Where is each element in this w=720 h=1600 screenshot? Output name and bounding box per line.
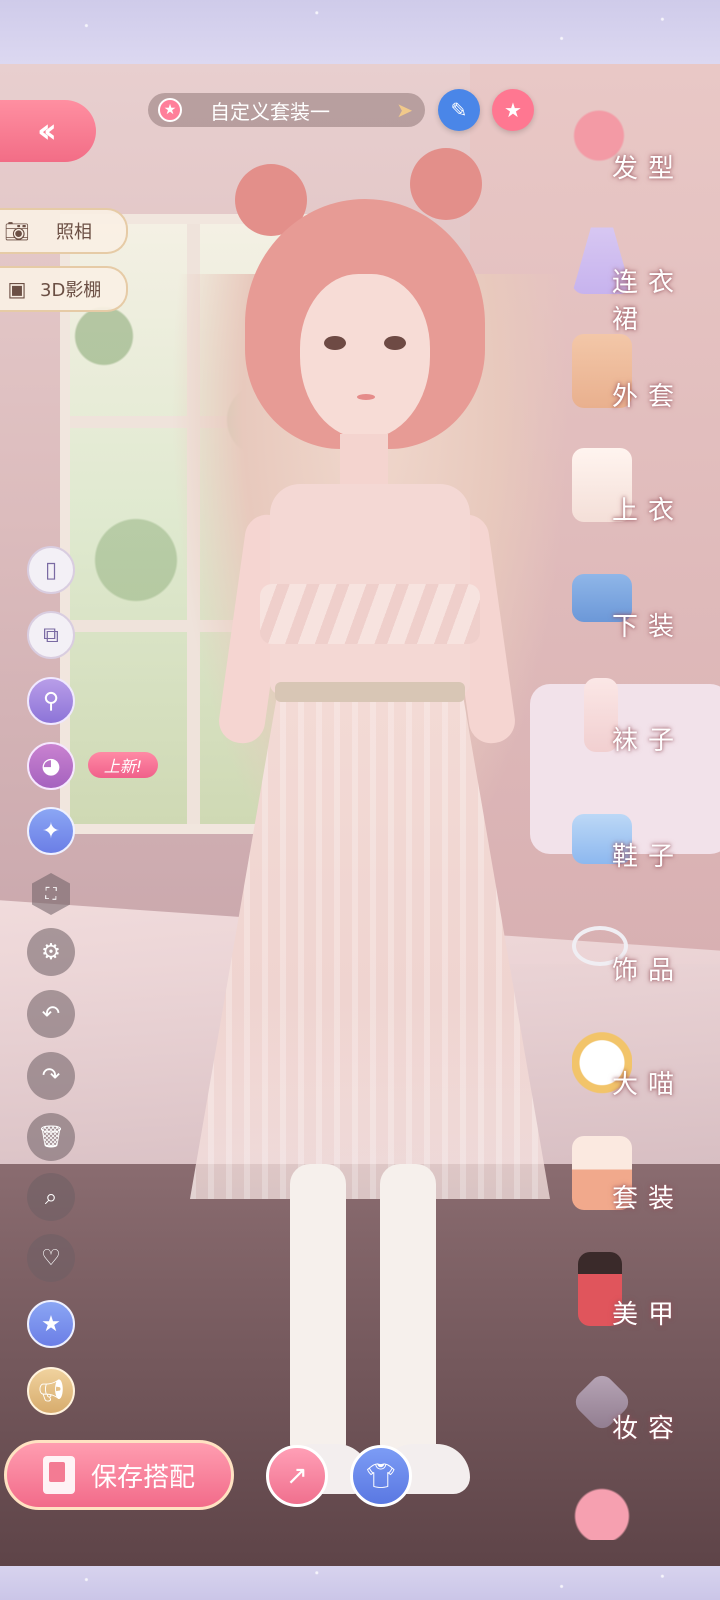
settings-button[interactable]: ⚙ [27, 928, 75, 976]
top-ruffle [260, 584, 480, 644]
category-socks[interactable]: 袜子 [566, 678, 686, 778]
phone-icon: ▯ [44, 557, 58, 583]
category-label: 鞋子 [612, 842, 685, 872]
delete-button[interactable]: 🗑︎ [27, 1113, 75, 1161]
search-button[interactable]: ⌕ [27, 1173, 75, 1221]
outfit-name: 自定义套装一 [210, 99, 330, 124]
like-button[interactable]: ♡ [27, 1234, 75, 1282]
category-nails[interactable]: 美甲 [566, 1252, 686, 1352]
undo-button[interactable]: ↶ [27, 990, 75, 1038]
trash-icon: 🗑︎ [37, 1124, 65, 1150]
arrow-right-icon: ➤ [396, 98, 413, 122]
character-avatar-icon [572, 1480, 632, 1540]
sparkle-star-icon: ✦ [41, 818, 61, 844]
pencil-icon: ✎ [450, 98, 468, 122]
redo-icon: ↷ [41, 1063, 61, 1089]
add-layer-icon: ⧉ [43, 622, 59, 648]
save-outfit-icon [42, 1456, 75, 1494]
search-swap-icon: ⚲ [42, 688, 60, 714]
category-label: 外套 [612, 382, 685, 412]
category-hair[interactable]: 发型 [566, 106, 686, 206]
photo-label: 照相 [56, 222, 92, 243]
share-icon: ↗ [286, 1461, 308, 1491]
phone-button[interactable]: ▯ [27, 546, 75, 594]
star-icon: ★ [504, 98, 522, 122]
category-label: 美甲 [612, 1300, 685, 1330]
category-cat[interactable]: 大喵 [566, 1022, 686, 1122]
outfit-selector[interactable]: ★ 自定义套装一 ➤ [148, 93, 425, 127]
sparkle-button[interactable]: ✦ [27, 807, 75, 855]
category-label: 妆容 [612, 1414, 685, 1444]
save-outfit-button[interactable]: 保存搭配 [4, 1440, 234, 1510]
category-accessories[interactable]: 饰品 [566, 908, 686, 1008]
add-layer-button[interactable]: ⧉ [27, 611, 75, 659]
category-dress[interactable]: 连衣裙 [566, 220, 686, 335]
edit-button[interactable]: ✎ [438, 89, 480, 131]
double-chevron-left-icon: ‹‹ [36, 111, 57, 151]
undo-icon: ↶ [41, 1001, 61, 1027]
outfit-button[interactable]: 👕︎ [350, 1445, 412, 1507]
category-outfit-set[interactable]: 套装 [566, 1136, 686, 1236]
bottom-frame [0, 1566, 720, 1600]
category-label: 大喵 [612, 1070, 685, 1100]
category-top[interactable]: 上衣 [566, 448, 686, 548]
star-collection-button[interactable]: ★ [27, 1300, 75, 1348]
megaphone-icon: 📢︎ [37, 1378, 65, 1404]
back-button[interactable]: ‹‹ [0, 100, 96, 162]
category-label: 袜子 [612, 726, 685, 756]
fullscreen-icon: ⛶ [45, 884, 57, 903]
favorite-button[interactable]: ★ [492, 89, 534, 131]
camera-icon: 📷︎ [4, 219, 30, 243]
new-badge: 上新! [88, 752, 158, 778]
category-shoes[interactable]: 鞋子 [566, 794, 686, 894]
search-icon: ⌕ [44, 1184, 58, 1210]
belt [275, 682, 465, 702]
share-button[interactable]: ↗ [266, 1445, 328, 1507]
palette-button[interactable]: ◕ [27, 742, 75, 790]
sock-left [290, 1164, 346, 1464]
category-makeup[interactable]: 妆容 [566, 1366, 686, 1466]
hair-bun-right [410, 148, 482, 220]
eye-left [324, 336, 346, 350]
eye-right [384, 336, 406, 350]
photo-button[interactable]: 📷︎ 照相 [0, 208, 128, 254]
save-label: 保存搭配 [90, 1462, 195, 1493]
category-label: 发型 [612, 154, 685, 184]
palette-icon: ◕ [41, 753, 61, 779]
star-icon: ★ [41, 1311, 61, 1337]
redo-button[interactable]: ↷ [27, 1052, 75, 1100]
category-label: 套装 [612, 1184, 685, 1214]
category-coat[interactable]: 外套 [566, 334, 686, 434]
face [300, 274, 430, 439]
settings-icon: ⚙ [41, 939, 61, 965]
category-label: 下装 [612, 612, 685, 642]
category-label: 连衣裙 [612, 268, 685, 335]
heart-icon: ♡ [41, 1245, 61, 1271]
studio-label: 3D影棚 [40, 280, 102, 301]
search-swap-button[interactable]: ⚲ [27, 677, 75, 725]
top-frame [0, 0, 720, 64]
character-model[interactable] [150, 148, 590, 1524]
category-partial[interactable] [566, 1480, 686, 1540]
category-label: 饰品 [612, 956, 685, 986]
sock-right [380, 1164, 436, 1464]
category-bottoms[interactable]: 下装 [566, 564, 686, 664]
star-icon: ★ [158, 98, 182, 122]
outfit-icon: 👕︎ [365, 1462, 397, 1490]
mouth [357, 394, 375, 400]
studio-3d-button[interactable]: ▣ 3D影棚 [0, 266, 128, 312]
announcement-button[interactable]: 📢︎ [27, 1367, 75, 1415]
cube-icon: ▣ [7, 277, 27, 301]
category-label: 上衣 [612, 496, 685, 526]
